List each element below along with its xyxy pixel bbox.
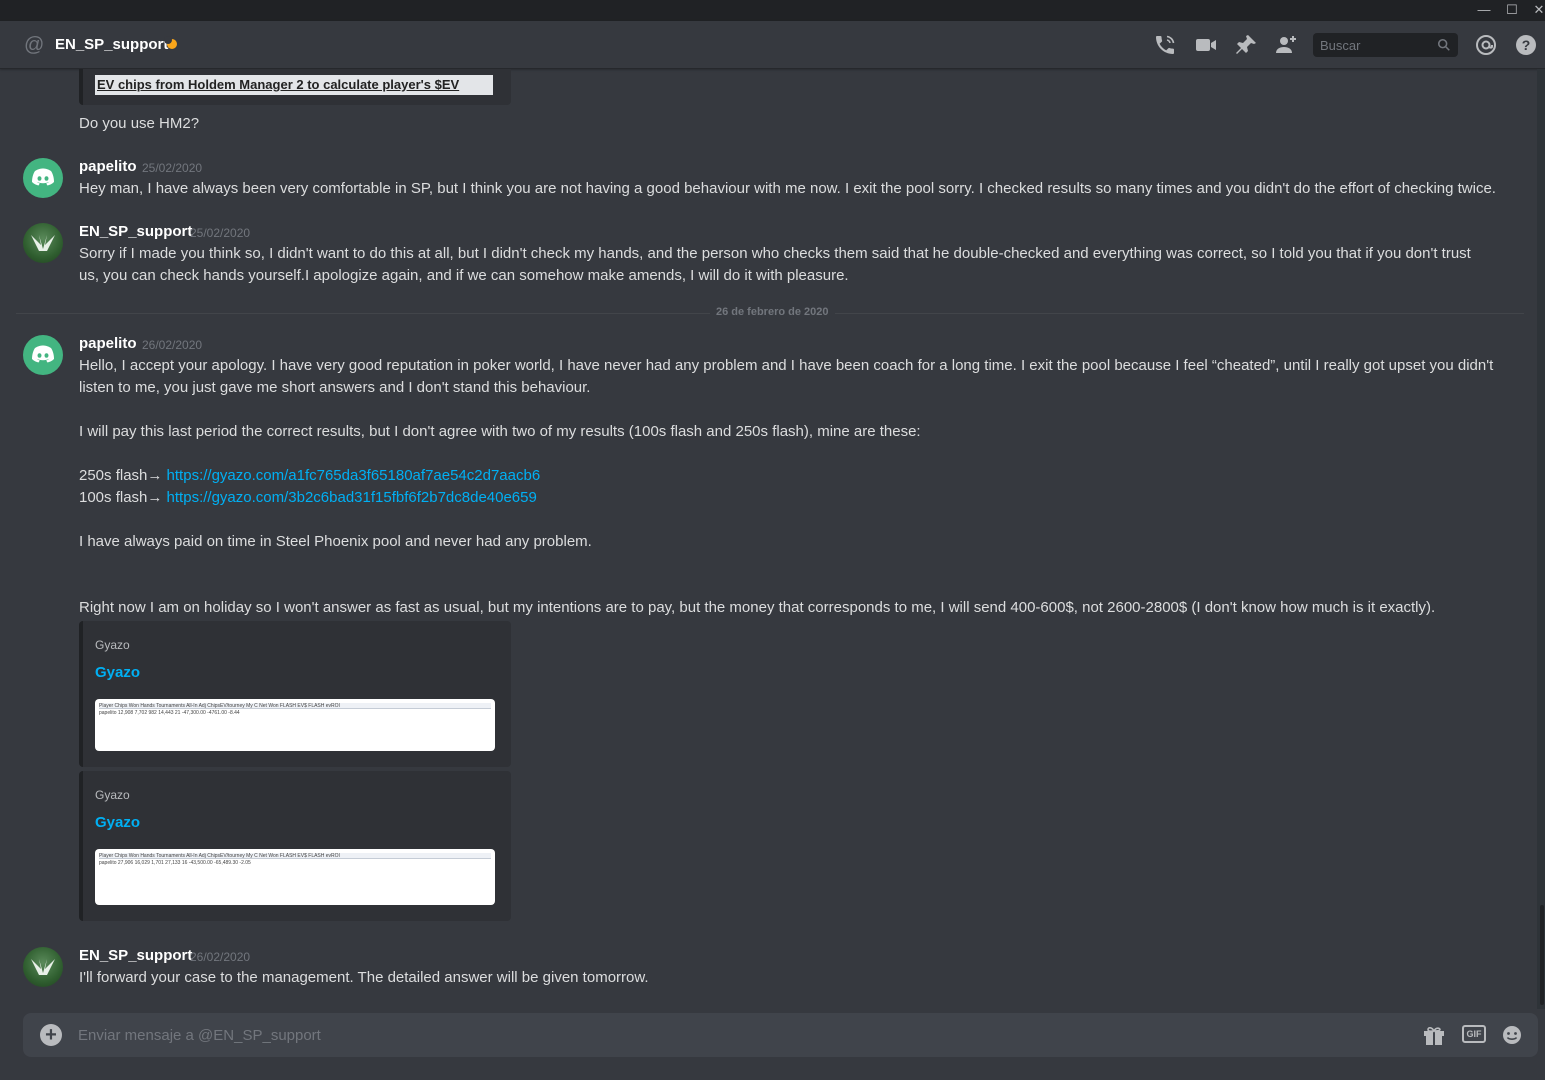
idle-status-icon [164,36,177,49]
video-icon[interactable] [1194,33,1218,57]
thumbnail-row: papelito 27,906 16,029 1,701 27,133 16 -… [99,860,251,866]
pin-icon[interactable] [1234,33,1258,57]
embed-provider: Gyazo [95,788,130,802]
message-list: EV chips from Holdem Manager 2 to calcul… [0,69,1537,1009]
at-icon: @ [24,34,45,56]
embed-image: EV chips from Holdem Manager 2 to calcul… [95,75,493,95]
message-text: I have always paid on time in Steel Phoe… [79,533,592,550]
avatar[interactable] [23,223,63,263]
eagle-logo-icon [31,235,55,251]
scrollbar-track[interactable] [1537,69,1545,1009]
svg-text:?: ? [1522,37,1531,53]
gift-icon[interactable] [1422,1024,1446,1046]
message-text: us, you can check hands yourself.I apolo… [79,267,849,284]
gyazo-embed[interactable]: Gyazo Gyazo Player Chips Won Hands Tourn… [79,621,511,767]
call-icon[interactable] [1153,33,1177,57]
message-composer: + GIF [23,1013,1538,1057]
message-text: Hello, I accept your apology. I have ver… [79,357,1494,374]
close-window-button[interactable]: ✕ [1525,0,1545,21]
add-attachment-icon[interactable]: + [40,1024,62,1046]
message-text: I'll forward your case to the management… [79,969,649,986]
username[interactable]: EN_SP_support [79,223,192,240]
link-embed-top[interactable]: EV chips from Holdem Manager 2 to calcul… [79,69,511,105]
discord-logo-icon [32,345,54,363]
channel-header: @ EN_SP_support ? [0,21,1545,69]
gif-icon[interactable]: GIF [1462,1025,1486,1043]
gyazo-link[interactable]: https://gyazo.com/3b2c6bad31f15fbf6f2b7d… [167,489,537,506]
embed-thumbnail[interactable]: Player Chips Won Hands Tournaments All-I… [95,699,495,751]
discord-logo-icon [32,168,54,186]
link-prefix: 250s flash→ [79,467,167,484]
embed-provider: Gyazo [95,638,130,652]
avatar[interactable] [23,158,63,198]
message-link-line: 100s flash→ https://gyazo.com/3b2c6bad31… [79,487,537,509]
emoji-icon[interactable] [1500,1024,1524,1046]
username[interactable]: papelito [79,335,137,352]
search-box[interactable] [1313,33,1458,57]
message-text: Hey man, I have always been very comfort… [79,180,1496,197]
username[interactable]: EN_SP_support [79,947,192,964]
message-input[interactable] [78,1013,1378,1057]
embed-image-text: EV chips from Holdem Manager 2 to calcul… [97,77,460,92]
date-divider-label: 26 de febrero de 2020 [710,306,835,318]
thumbnail-header: Player Chips Won Hands Tournaments All-I… [99,703,491,709]
help-icon[interactable]: ? [1514,33,1538,57]
window-titlebar: — ☐ ✕ [0,0,1545,21]
message-link-line: 250s flash→ https://gyazo.com/a1fc765da3… [79,465,540,487]
gyazo-embed[interactable]: Gyazo Gyazo Player Chips Won Hands Tourn… [79,771,511,921]
eagle-logo-icon [31,959,55,975]
avatar[interactable] [23,335,63,375]
message-text: listen to me, you just gave me short ans… [79,379,591,396]
embed-thumbnail[interactable]: Player Chips Won Hands Tournaments All-I… [95,849,495,905]
message-text: Right now I am on holiday so I won't ans… [79,599,1436,616]
embed-title-link[interactable]: Gyazo [95,814,140,831]
timestamp: 26/02/2020 [190,950,251,964]
username[interactable]: papelito [79,158,137,175]
gyazo-link[interactable]: https://gyazo.com/a1fc765da3f65180af7ae5… [167,467,541,484]
mention-icon[interactable] [1474,33,1498,57]
scrollbar-thumb[interactable] [1540,905,1544,1005]
search-icon [1437,38,1450,51]
message-text: Sorry if I made you think so, I didn't w… [79,245,1471,262]
dm-title: EN_SP_support [55,36,169,53]
link-prefix: 100s flash→ [79,489,167,506]
thumbnail-header: Player Chips Won Hands Tournaments All-I… [99,853,491,859]
add-friend-icon[interactable] [1274,33,1298,57]
message-text: I will pay this last period the correct … [79,423,921,440]
embed-title-link[interactable]: Gyazo [95,664,140,681]
maximize-button[interactable]: ☐ [1498,0,1526,21]
timestamp: 25/02/2020 [142,161,203,175]
minimize-button[interactable]: — [1470,0,1498,21]
thumbnail-row: papelito 12,908 7,702 982 14,443 21 -47,… [99,710,240,716]
timestamp: 25/02/2020 [190,226,251,240]
avatar[interactable] [23,947,63,987]
message-text: Do you use HM2? [79,115,200,132]
search-input[interactable] [1313,33,1433,57]
timestamp: 26/02/2020 [142,338,203,352]
